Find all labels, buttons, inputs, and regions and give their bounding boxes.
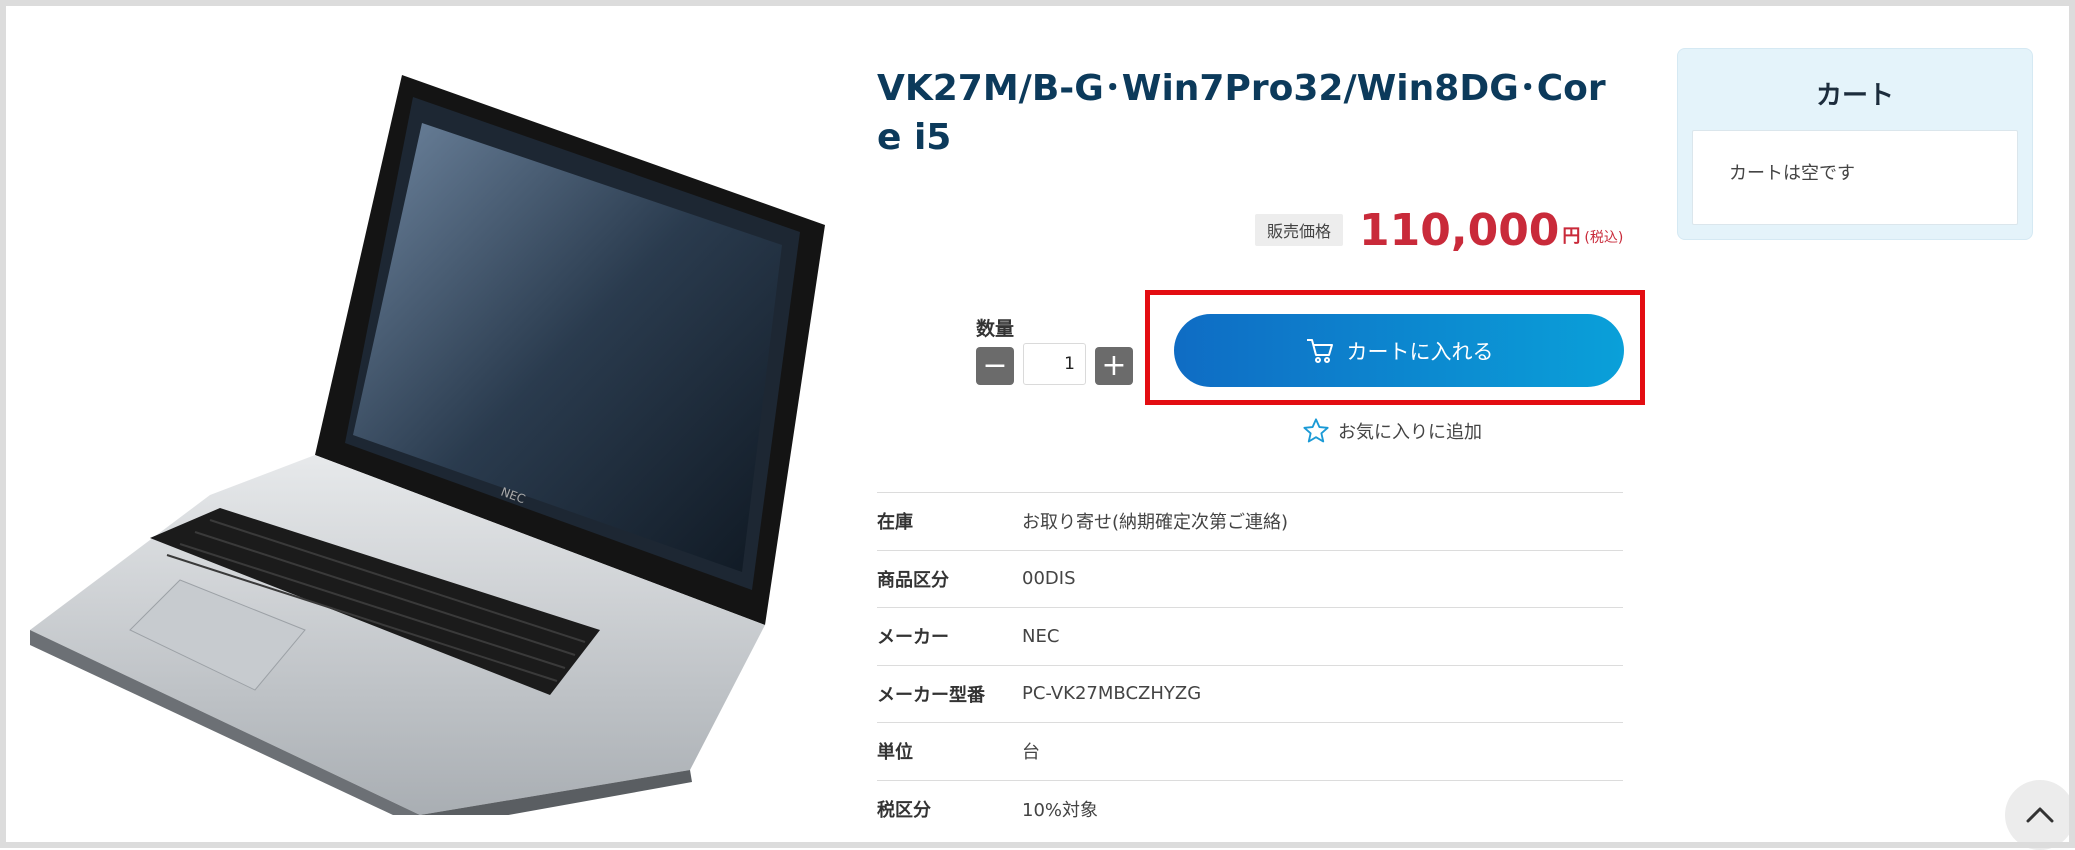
spec-label: 在庫 [877, 512, 913, 534]
product-image: NEC [30, 75, 825, 815]
spec-label: 単位 [877, 742, 913, 764]
price-value: 110,000 [1359, 204, 1560, 256]
cart-panel: カート カートは空です [1677, 48, 2033, 240]
price-unit: 円 [1562, 226, 1581, 247]
minus-icon: − [982, 348, 1008, 383]
chevron-up-icon [2026, 807, 2054, 823]
spec-value: 10%対象 [1022, 800, 1099, 821]
spec-value: 00DIS [1022, 568, 1076, 590]
product-title: VK27M/B-G･Win7Pro32/Win8DG･Core i5 [877, 68, 1606, 158]
star-icon [1303, 418, 1329, 443]
plus-icon: + [1101, 348, 1127, 383]
add-to-cart-button[interactable]: カートに入れる [1174, 314, 1624, 387]
price-label: 販売価格 [1255, 214, 1344, 246]
table-row: 商品区分 00DIS [877, 550, 1623, 608]
table-row: 単位 台 [877, 722, 1623, 781]
spec-label: メーカー [877, 627, 949, 649]
quantity-label: 数量 [976, 318, 1015, 340]
spec-label: メーカー型番 [877, 684, 985, 706]
cart-body: カートは空です [1692, 130, 2018, 225]
spec-value: PC-VK27MBCZHYZG [1022, 683, 1202, 705]
price-row: 販売価格 110,000 円 (税込) [1255, 200, 1623, 260]
add-to-favorites-link[interactable]: お気に入りに追加 [1302, 417, 1482, 445]
quantity-increase-button[interactable]: + [1095, 347, 1133, 385]
add-to-cart-label: カートに入れる [1346, 339, 1494, 364]
add-to-favorites-label: お気に入りに追加 [1338, 422, 1482, 443]
price-tax-note: (税込) [1584, 230, 1624, 246]
table-row: 在庫 お取り寄せ(納期確定次第ご連絡) [877, 492, 1623, 551]
spec-table: 在庫 お取り寄せ(納期確定次第ご連絡) 商品区分 00DIS メーカー NEC … [877, 492, 1623, 838]
spec-value: 台 [1022, 742, 1040, 764]
cart-icon [1306, 338, 1333, 363]
quantity-input[interactable] [1023, 343, 1086, 385]
spec-value: NEC [1022, 625, 1060, 647]
table-row: メーカー NEC [877, 607, 1623, 666]
cart-title: カート [1815, 81, 1894, 111]
table-row: メーカー型番 PC-VK27MBCZHYZG [877, 665, 1623, 723]
spec-label: 商品区分 [877, 569, 949, 591]
spec-value: お取り寄せ(納期確定次第ご連絡) [1022, 512, 1289, 534]
quantity-decrease-button[interactable]: − [976, 347, 1014, 385]
scroll-to-top-button[interactable] [2005, 780, 2075, 850]
table-row: 税区分 10%対象 [877, 780, 1623, 838]
cart-empty-message: カートは空です [1729, 163, 1855, 184]
spec-label: 税区分 [877, 800, 931, 821]
